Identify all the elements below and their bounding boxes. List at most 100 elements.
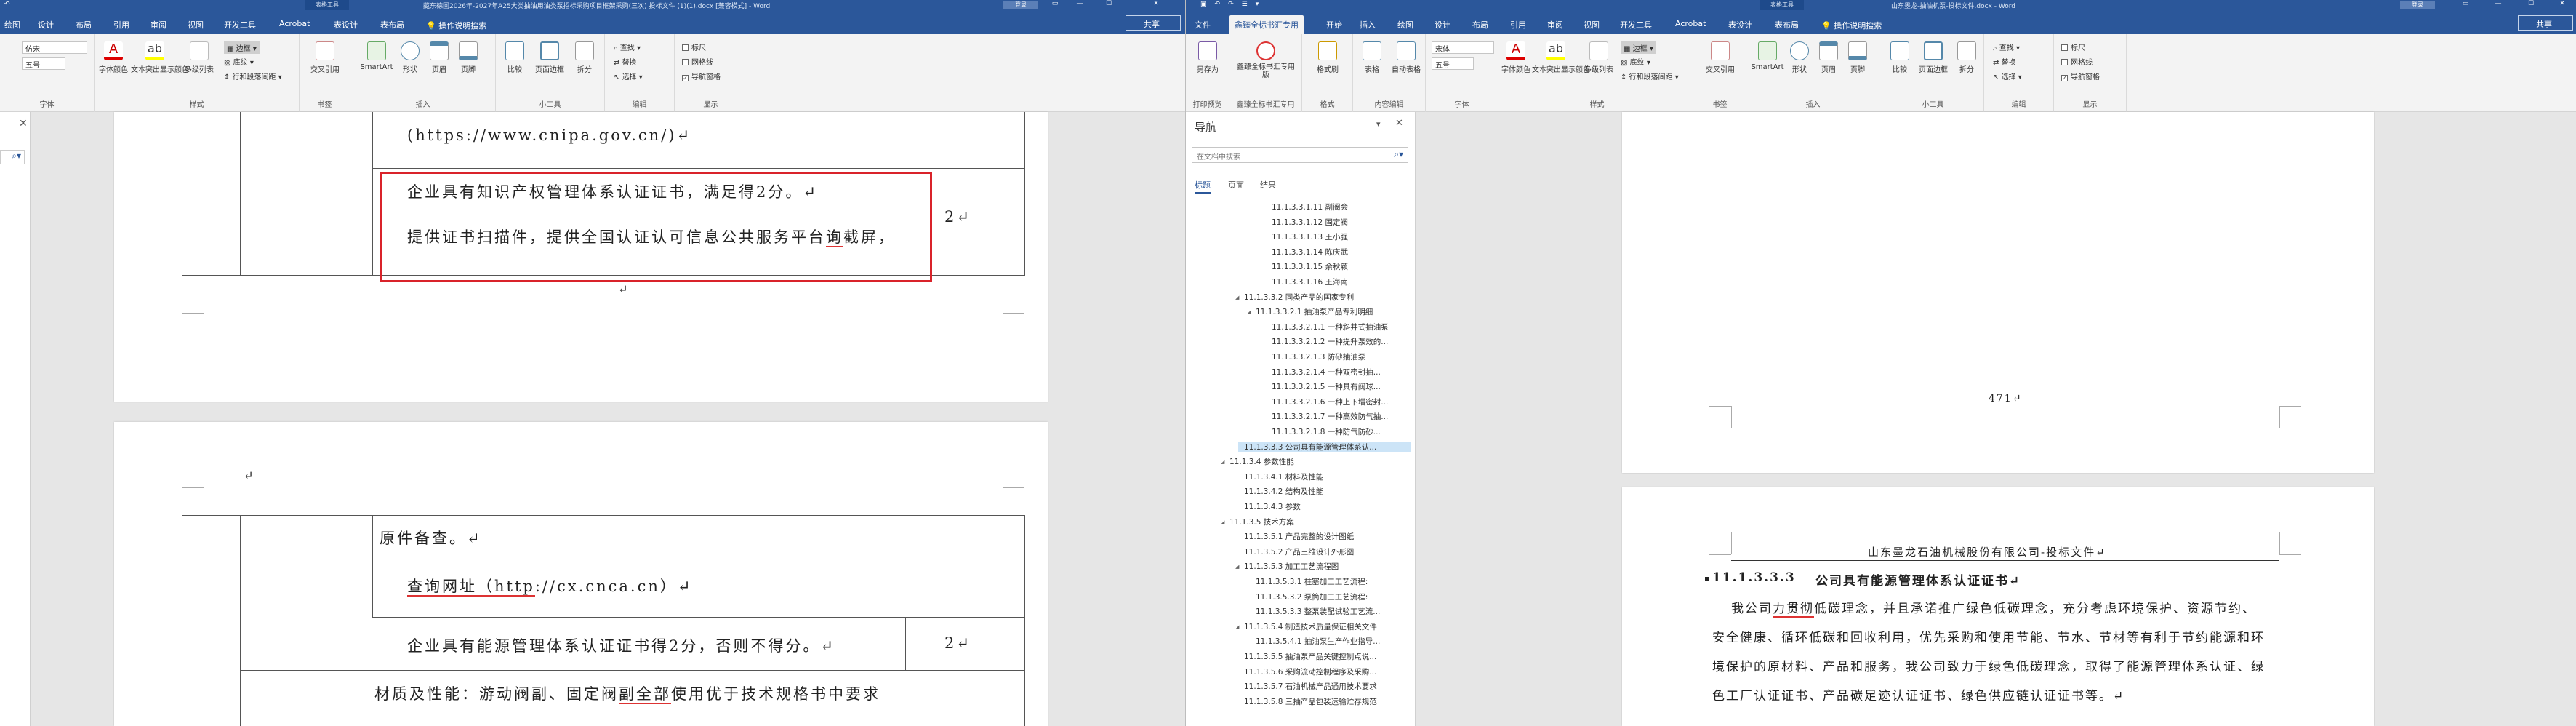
tab-table-design[interactable]: 表设计 [334, 19, 358, 31]
nav-heading-item[interactable]: 11.1.3.3.1.14 陈庆武 [1272, 247, 1348, 258]
expand-triangle-icon[interactable]: ◢ [1235, 564, 1239, 570]
footer-button[interactable]: 页脚 [1845, 41, 1871, 74]
nav-heading-item[interactable]: 11.1.3.3.2.1.2 一种提升泵效的... [1272, 337, 1388, 347]
tab-review[interactable]: 审阅 [1547, 19, 1563, 31]
nav-heading-item[interactable]: 11.1.3.5.3 加工工艺流程图 [1244, 562, 1339, 572]
split-button[interactable]: 拆分 [571, 41, 598, 74]
nav-heading-item[interactable]: 11.1.3.4.3 参数 [1244, 502, 1301, 512]
ruler-checkbox[interactable]: 标尺 [682, 41, 706, 52]
nav-heading-item[interactable]: 11.1.3.3.1.15 余秋颖 [1272, 262, 1348, 272]
nav-heading-item[interactable]: 11.1.3.3.2.1.5 一种具有阀球... [1272, 382, 1381, 392]
tab-references[interactable]: 引用 [1510, 19, 1526, 31]
nav-heading-item[interactable]: 11.1.3.5.7 石油机械产品通用技术要求 [1244, 682, 1377, 692]
nav-options-icon[interactable]: ▾ [1376, 119, 1381, 129]
tab-acrobat[interactable]: Acrobat [1675, 19, 1706, 28]
tab-design[interactable]: 设计 [1435, 19, 1450, 31]
header-button[interactable]: 页眉 [426, 41, 452, 74]
nav-heading-item[interactable]: 11.1.3.5.3.1 柱塞加工工艺流程: [1256, 577, 1368, 587]
undo-icon[interactable]: ↶ [1215, 1, 1221, 10]
page-border-button[interactable]: 页面边框 [532, 41, 567, 74]
share-button[interactable]: 共享 [2518, 15, 2573, 31]
find-button[interactable]: ⌕ 查找 ▾ [1993, 41, 2020, 52]
tab-table-layout[interactable]: 表布局 [380, 19, 404, 31]
tab-references[interactable]: 引用 [113, 19, 129, 31]
ribbon-options-icon[interactable]: ▭ [2455, 0, 2476, 10]
login-button[interactable]: 登录 [2400, 1, 2435, 9]
nav-heading-item[interactable]: 11.1.3.3.1.12 固定阀 [1272, 218, 1348, 228]
cross-reference-button[interactable]: 交叉引用 [308, 41, 342, 74]
nav-tab-pages[interactable]: 页面 [1228, 179, 1244, 191]
tell-me-search[interactable]: 💡 操作说明搜索 [426, 20, 486, 31]
nav-heading-item[interactable]: 11.1.3.5.5 抽油泵产品关键控制点说... [1244, 652, 1376, 662]
save-as-button[interactable]: 另存为 [1192, 41, 1224, 74]
nav-pane-checkbox[interactable]: ✓ 导航窗格 [2061, 71, 2100, 81]
nav-heading-item[interactable]: 11.1.3.3.3 公司具有能源管理体系认... [1238, 442, 1411, 452]
tab-layout[interactable]: 布局 [1472, 19, 1488, 31]
nav-heading-item[interactable]: 11.1.3.5.8 三抽产品包装运输贮存规范 [1244, 697, 1377, 707]
tab-view[interactable]: 视图 [188, 19, 204, 31]
shape-button[interactable]: 形状 [397, 41, 423, 74]
minimize-icon[interactable]: — [2487, 0, 2509, 10]
maximize-icon[interactable]: ☐ [2520, 0, 2542, 10]
tab-review[interactable]: 审阅 [151, 19, 166, 31]
line-spacing-button[interactable]: ↕ 行和段落间距 ▾ [224, 71, 282, 81]
smartart-button[interactable]: SmartArt [359, 41, 394, 71]
tab-view[interactable]: 视图 [1584, 19, 1600, 31]
smartart-button[interactable]: SmartArt [1750, 41, 1785, 71]
format-painter-button[interactable]: 格式刷 [1311, 41, 1344, 74]
select-button[interactable]: ↖ 选择 ▾ [614, 71, 643, 81]
font-size-box[interactable]: 五号 [22, 57, 65, 70]
nav-close-icon[interactable]: ✕ [1395, 118, 1403, 129]
border-button[interactable]: ▦ 边框 ▾ [1621, 41, 1656, 54]
shading-button[interactable]: ▨ 底纹 ▾ [1621, 56, 1650, 67]
nav-heading-item[interactable]: 11.1.3.3.1.16 王海南 [1272, 277, 1348, 287]
close-icon[interactable]: ✕ [19, 118, 28, 129]
nav-heading-item[interactable]: 11.1.3.3.2 同类产品的国家专利 [1244, 292, 1354, 303]
split-button[interactable]: 拆分 [1954, 41, 1980, 74]
maximize-icon[interactable]: ☐ [1098, 0, 1120, 10]
tab-developer[interactable]: 开发工具 [1620, 19, 1652, 31]
tab-home[interactable]: 开始 [1326, 19, 1342, 31]
multilevel-list-button[interactable]: 多级列表 [182, 41, 217, 74]
nav-heading-item[interactable]: 11.1.3.3.2.1.7 一种高效防气抽... [1272, 412, 1388, 422]
font-size-box[interactable]: 五号 [1432, 57, 1474, 70]
nav-heading-item[interactable]: 11.1.3.5.1 产品完整的设计图纸 [1244, 532, 1354, 542]
find-button[interactable]: ⌕ 查找 ▾ [614, 41, 641, 52]
nav-heading-item[interactable]: 11.1.3.3.2.1 抽油泵产品专利明细 [1256, 307, 1373, 317]
minimize-icon[interactable]: — [1069, 0, 1091, 10]
nav-heading-item[interactable]: 11.1.3.5 技术方案 [1229, 517, 1294, 527]
font-color-button[interactable]: A 字体颜色 [1501, 41, 1530, 74]
nav-heading-item[interactable]: 11.1.3.5.4 制造技术质量保证相关文件 [1244, 622, 1377, 632]
tab-layout[interactable]: 布局 [76, 19, 92, 31]
nav-heading-item[interactable]: 11.1.3.4.1 材料及性能 [1244, 472, 1323, 482]
nav-heading-item[interactable]: 11.1.3.3.2.1.6 一种上下增密封... [1272, 397, 1388, 407]
tab-table-design[interactable]: 表设计 [1728, 19, 1752, 31]
border-button[interactable]: ▦ 边框 ▾ [224, 41, 260, 54]
expand-triangle-icon[interactable]: ◢ [1221, 459, 1224, 465]
multilevel-list-button[interactable]: 多级列表 [1581, 41, 1616, 74]
tab-acrobat[interactable]: Acrobat [279, 19, 310, 28]
expand-triangle-icon[interactable]: ◢ [1235, 624, 1239, 630]
compare-button[interactable]: 比较 [1887, 41, 1913, 74]
nav-search-input[interactable]: 在文档中搜索 ⌕▾ [1192, 147, 1408, 163]
nav-heading-item[interactable]: 11.1.3.4.2 结构及性能 [1244, 487, 1323, 497]
nav-pane-checkbox[interactable]: ✓ 导航窗格 [682, 71, 721, 81]
tab-xz-special[interactable]: 鑫臻全标书汇专用 [1229, 15, 1304, 34]
nav-heading-item[interactable]: 11.1.3.5.4.1 抽油泵生产作业指导... [1256, 637, 1380, 647]
expand-triangle-icon[interactable]: ◢ [1235, 295, 1239, 300]
nav-heading-item[interactable]: 11.1.3.5.6 采购流动控制程序及采购... [1244, 667, 1376, 677]
close-icon[interactable]: ✕ [2548, 0, 2576, 10]
undo-icon[interactable]: ↶ [4, 1, 10, 10]
touch-mode-icon[interactable]: ☰ [1242, 1, 1248, 10]
tab-developer[interactable]: 开发工具 [224, 19, 256, 31]
nav-heading-item[interactable]: 11.1.3.3.2.1.3 防砂抽油泵 [1272, 352, 1365, 362]
nav-heading-item[interactable]: 11.1.3.4 参数性能 [1229, 457, 1294, 467]
customize-icon[interactable]: ▾ [1256, 1, 1259, 10]
search-icon[interactable]: ⌕▾ [0, 150, 25, 164]
nav-tab-results[interactable]: 结果 [1260, 179, 1276, 191]
nav-heading-item[interactable]: 11.1.3.5.3.3 整泵装配试验工艺流... [1256, 607, 1380, 617]
replace-button[interactable]: ⇄ 替换 [614, 56, 637, 67]
line-spacing-button[interactable]: ↕ 行和段落间距 ▾ [1621, 71, 1679, 81]
save-icon[interactable]: ▣ [1200, 1, 1207, 10]
shape-button[interactable]: 形状 [1786, 41, 1813, 74]
